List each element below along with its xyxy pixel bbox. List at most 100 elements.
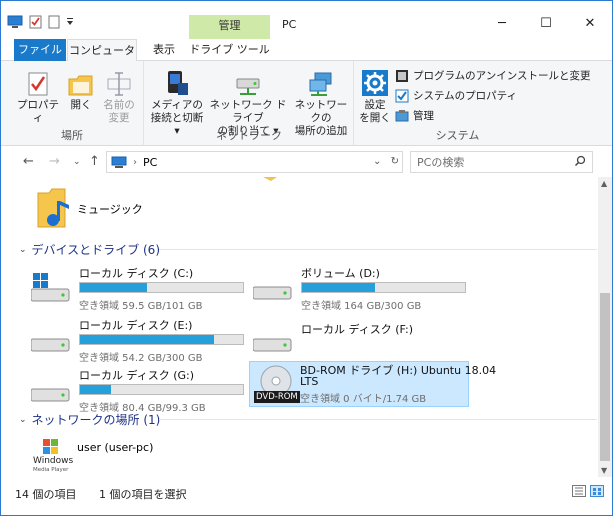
network-drive-icon	[236, 78, 260, 95]
group-network: メディアの 接続と切断 ▾ ネットワーク ドライブ の割り当て ▾ ネットワーク…	[145, 61, 354, 146]
scroll-up-icon[interactable]: ▲	[601, 179, 607, 188]
folder-cutoff-icon	[257, 177, 297, 181]
drive-free-space: 空き領域 0 バイト/1.74 GB	[300, 394, 427, 405]
rename-button[interactable]: 名前の 変更	[101, 67, 137, 125]
address-input[interactable]: › PC ⌄ ↻	[106, 151, 403, 173]
tab-computer[interactable]: コンピューター	[67, 39, 137, 78]
wmp-logo-subtext: Media Player	[33, 467, 69, 473]
manage-icon	[395, 109, 409, 121]
breadcrumb-pc[interactable]: PC	[143, 156, 157, 169]
forward-button[interactable]: →	[49, 154, 60, 169]
open-settings-button[interactable]: 設定 を開く	[359, 67, 391, 125]
media-label-1: メディアの	[151, 99, 203, 111]
uninstall-label: プログラムのアンインストールと変更	[413, 70, 591, 82]
group-system: 設定 を開く プログラムのアンインストールと変更 システムのプロパティ 管理 シ…	[355, 61, 591, 146]
refresh-icon[interactable]: ↻	[391, 156, 399, 167]
open-button[interactable]: 開く	[65, 67, 97, 112]
minimize-button[interactable]: ─	[480, 9, 524, 37]
vertical-scrollbar[interactable]: ▲ ▼	[598, 177, 612, 477]
wmp-logo-text: Windows	[33, 456, 74, 466]
scrollbar-thumb[interactable]	[600, 293, 610, 461]
maximize-button[interactable]: ☐	[524, 9, 568, 37]
open-label: 開く	[70, 99, 92, 111]
windows-media-player-icon: Windows Media Player	[31, 437, 74, 475]
media-label-2-text: 接続と切断	[150, 112, 204, 124]
search-placeholder: PCの検索	[417, 156, 465, 169]
drive-g[interactable]: ローカル ディスク (G:) 空き領域 80.4 GB/99.3 GB	[21, 363, 244, 414]
group-location-label: 場所	[61, 129, 83, 142]
view-switcher	[572, 485, 604, 500]
system-properties-button[interactable]: システムのプロパティ	[395, 88, 517, 103]
manage-button[interactable]: 管理	[395, 108, 434, 123]
folder-music[interactable]: ミュージック	[37, 179, 237, 229]
back-button[interactable]: ←	[23, 154, 34, 169]
customize-qat-icon[interactable]	[66, 17, 74, 27]
properties-icon	[28, 72, 48, 96]
address-dropdown-icon[interactable]: ⌄	[373, 156, 381, 167]
ribbon: プロパティ 開く 名前の 変更 場所 メディアの 接続と切断 ▾ ネットワーク …	[1, 61, 612, 146]
manage-label: 管理	[413, 110, 434, 122]
drive-usage-fill	[80, 335, 214, 344]
drive-name: ローカル ディスク (C:)	[79, 267, 194, 280]
network-location-item[interactable]: Windows Media Player user (user-pc)	[31, 433, 231, 475]
drive-name: ローカル ディスク (G:)	[79, 369, 195, 382]
tab-file[interactable]: ファイル	[14, 39, 66, 61]
uninstall-programs-button[interactable]: プログラムのアンインストールと変更	[395, 68, 591, 83]
close-button[interactable]: ✕	[568, 9, 612, 37]
new-folder-icon[interactable]	[48, 15, 60, 29]
recent-locations-button[interactable]: ⌄	[73, 157, 81, 167]
group-location: プロパティ 開く 名前の 変更 場所	[1, 61, 144, 146]
settings-label-2: を開く	[359, 112, 391, 124]
drive-f[interactable]: ローカル ディスク (F:)	[243, 313, 463, 358]
properties-check-icon[interactable]	[29, 15, 42, 29]
drive-usage-fill	[80, 385, 111, 394]
hard-drive-icon	[253, 286, 292, 300]
drive-free-space: 空き領域 54.2 GB/300 GB	[79, 353, 203, 364]
status-item-count: 14 個の項目	[15, 488, 77, 501]
address-controls: ⌄ ↻	[373, 156, 399, 167]
dvd-drive-icon: DVD-ROM	[254, 364, 300, 404]
details-view-icon[interactable]	[572, 485, 586, 500]
up-button[interactable]: ↑	[89, 154, 100, 169]
drive-name: BD-ROM ドライブ (H:) Ubuntu 18.04	[300, 364, 497, 377]
hard-drive-icon	[31, 388, 70, 402]
window-title: PC	[282, 18, 297, 31]
system-properties-icon	[395, 89, 409, 102]
properties-button[interactable]: プロパティ	[15, 67, 61, 125]
drive-usage-fill	[80, 283, 147, 292]
settings-label-1: 設定	[364, 99, 386, 111]
section-divider	[159, 249, 597, 250]
close-icon: ✕	[584, 15, 596, 31]
drive-d[interactable]: ボリューム (D:) 空き領域 164 GB/300 GB	[243, 261, 466, 312]
hard-drive-icon	[31, 338, 70, 352]
drive-c[interactable]: ローカル ディスク (C:) 空き領域 59.5 GB/101 GB	[21, 261, 244, 312]
section-divider	[159, 419, 597, 420]
maximize-icon: ☐	[540, 15, 552, 31]
section-devices-label: デバイスとドライブ (6)	[31, 243, 161, 257]
explorer-window: 管理 PC ─ ☐ ✕ ファイル コンピューター 表示 ドライブ ツール ⌄ ?…	[0, 0, 613, 516]
large-icons-view-icon[interactable]	[590, 485, 604, 500]
title-bar: 管理 PC ─ ☐ ✕	[1, 1, 612, 39]
music-folder-label: ミュージック	[77, 203, 143, 216]
section-network-label: ネットワークの場所 (1)	[31, 413, 161, 427]
search-icon[interactable]	[574, 155, 586, 170]
rename-label-1: 名前の	[103, 99, 135, 111]
drive-name: ローカル ディスク (E:)	[79, 319, 193, 332]
drive-usage-bar	[79, 384, 244, 395]
drive-h[interactable]: DVD-ROM BD-ROM ドライブ (H:) Ubuntu 18.04 LT…	[249, 361, 496, 407]
drive-e[interactable]: ローカル ディスク (E:) 空き領域 54.2 GB/300 GB	[21, 313, 244, 364]
breadcrumb-separator-icon[interactable]: ›	[133, 157, 137, 168]
pc-icon[interactable]	[7, 15, 23, 29]
section-devices[interactable]: ⌄ デバイスとドライブ (6)	[19, 241, 597, 258]
scroll-down-icon[interactable]: ▼	[601, 466, 607, 475]
drive-free-space: 空き領域 59.5 GB/101 GB	[79, 301, 203, 312]
rename-icon	[107, 72, 131, 96]
system-properties-label: システムのプロパティ	[413, 90, 518, 102]
address-bar-area: ← → ⌄ ↑ › PC ⌄ ↻ PCの検索	[1, 147, 612, 177]
section-network[interactable]: ⌄ ネットワークの場所 (1)	[19, 411, 597, 428]
group-system-label: システム	[435, 129, 480, 142]
status-bar: 14 個の項目 1 個の項目を選択	[1, 479, 612, 503]
search-input[interactable]: PCの検索	[410, 151, 593, 173]
drive-usage-bar	[301, 282, 466, 293]
tab-view[interactable]: 表示	[141, 39, 187, 61]
